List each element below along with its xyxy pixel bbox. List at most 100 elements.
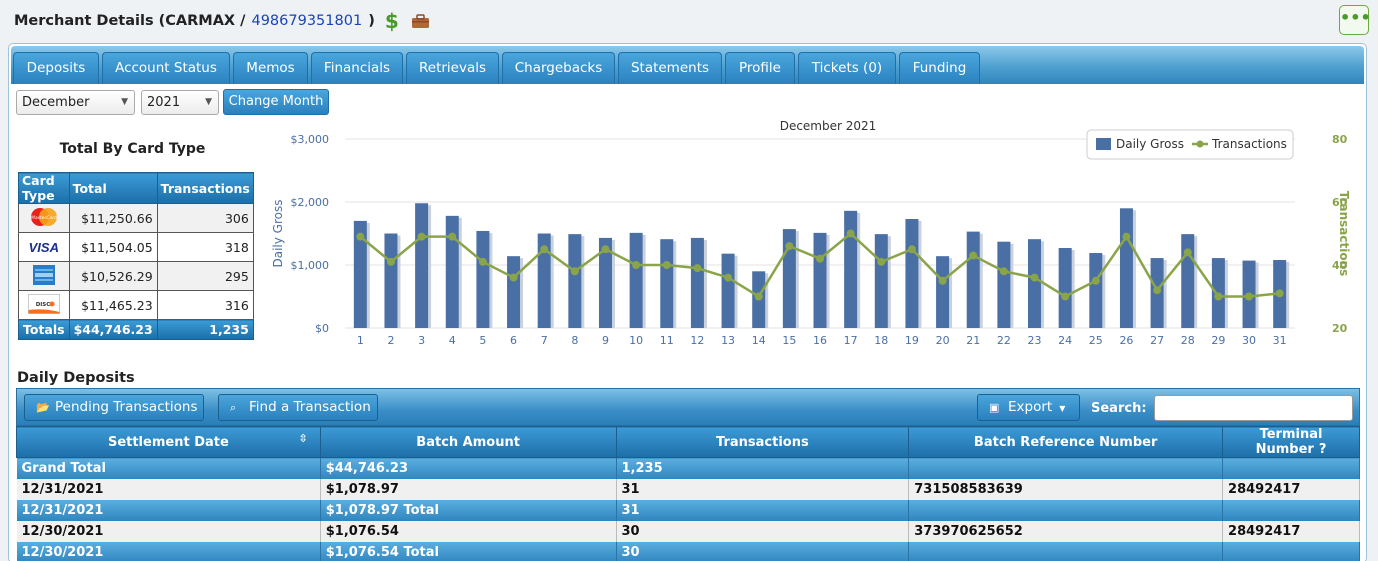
line-point [754, 292, 763, 301]
briefcase-icon[interactable] [411, 13, 430, 29]
x-tick-label: 24 [1058, 334, 1072, 347]
svg-text:MasterCard: MasterCard [31, 215, 57, 221]
x-tick-label: 18 [874, 334, 888, 347]
card-type-title: Total By Card Type [59, 141, 206, 157]
tab-funding[interactable]: Funding [899, 52, 980, 84]
daily-deposits-title: Daily Deposits [17, 370, 135, 386]
subtotal-row[interactable]: 12/31/2021 $1,078.97 Total 31 [16, 499, 1360, 521]
y-tick-label: $3,000 [291, 133, 330, 146]
tab-statements[interactable]: Statements [618, 52, 722, 84]
x-tick-label: 2 [387, 334, 394, 347]
sort-icon[interactable]: ⇳ [299, 432, 308, 445]
visa-icon: VISA [18, 232, 70, 262]
batch-amount-header[interactable]: Batch Amount [319, 426, 617, 458]
x-tick-label: 16 [813, 334, 827, 347]
table-cell: $1,078.97 Total [320, 499, 617, 521]
x-tick-label: 6 [510, 334, 517, 347]
chart-title: December 2021 [780, 119, 877, 133]
line-point [1061, 292, 1070, 301]
x-tick-label: 12 [690, 334, 704, 347]
card-row: MasterCard $11,250.66 306 [18, 203, 254, 233]
settlement-date-header[interactable]: Settlement Date ⇳ [16, 426, 321, 458]
line-point [1030, 273, 1039, 282]
card-transactions: 318 [156, 232, 254, 262]
month-select[interactable]: December ▼ [16, 90, 135, 115]
bar [844, 210, 858, 328]
bar [721, 253, 735, 328]
year-select[interactable]: 2021 ▼ [141, 90, 219, 115]
card-type-table: Card Type Total Transactions MasterCard … [18, 172, 254, 340]
bar [568, 234, 582, 328]
more-options-button[interactable]: ••• [1339, 5, 1371, 35]
bar [690, 237, 704, 328]
batch-reference-header[interactable]: Batch Reference Number [908, 426, 1224, 458]
tab-account-status[interactable]: Account Status [102, 52, 230, 84]
search-label: Search: [1091, 401, 1147, 416]
line-point [356, 232, 365, 241]
card-total: $11,504.05 [68, 232, 158, 262]
line-point [386, 257, 395, 266]
line-point [938, 276, 947, 285]
x-tick-label: 14 [752, 334, 766, 347]
legend-label: Daily Gross [1116, 137, 1184, 151]
bar [874, 234, 888, 328]
tab-deposits[interactable]: Deposits [13, 52, 99, 84]
pending-transactions-button[interactable]: 📂 Pending Transactions [24, 394, 204, 421]
y2-tick-label: 80 [1332, 133, 1348, 146]
merchant-id-link[interactable]: 498679351801 [251, 13, 362, 29]
line-point [1275, 289, 1284, 298]
tab-bar: Deposits Account Status Memos Financials… [11, 46, 1364, 84]
tab-retrievals[interactable]: Retrievals [406, 52, 499, 84]
table-cell [1222, 457, 1360, 479]
table-cell: 31 [616, 478, 910, 500]
export-button[interactable]: ▣ Export ▼ [977, 394, 1080, 421]
line-point [509, 273, 518, 282]
tab-chargebacks[interactable]: Chargebacks [502, 52, 615, 84]
x-tick-label: 26 [1119, 334, 1133, 347]
table-cell: 31 [616, 499, 910, 521]
line-point [785, 242, 794, 251]
line-point [1183, 248, 1192, 257]
line-point [1245, 292, 1254, 301]
total-header: Total [68, 172, 158, 204]
tab-profile[interactable]: Profile [725, 52, 795, 84]
card-transactions: 306 [156, 203, 254, 233]
table-cell: 12/31/2021 [16, 478, 321, 500]
totals-transactions: 1,235 [156, 319, 254, 340]
folder-open-icon: 📂 [36, 401, 50, 414]
line-point [570, 267, 579, 276]
subtotal-row[interactable]: 12/30/2021 $1,076.54 Total 30 [16, 541, 1360, 561]
x-tick-label: 31 [1273, 334, 1287, 347]
transactions-header[interactable]: Transactions [615, 426, 910, 458]
x-tick-label: 21 [966, 334, 980, 347]
table-cell: 1,235 [616, 457, 910, 479]
terminal-number-header[interactable]: Terminal Number? [1222, 426, 1360, 458]
tab-tickets[interactable]: Tickets (0) [798, 52, 896, 84]
bar [476, 230, 490, 328]
x-tick-label: 30 [1242, 334, 1256, 347]
table-cell: $1,078.97 [320, 478, 617, 500]
table-row[interactable]: 12/31/2021 $1,078.97 31 731508583639 284… [16, 478, 1360, 500]
search-input[interactable] [1154, 395, 1353, 421]
table-cell: 30 [616, 541, 910, 561]
table-cell: 731508583639 [908, 478, 1224, 500]
y-tick-label: $2,000 [291, 196, 330, 209]
mastercard-icon: MasterCard [18, 203, 70, 233]
card-row: DISC $11,465.23 316 [18, 290, 254, 320]
table-cell [1222, 541, 1360, 561]
grand-total-row[interactable]: Grand Total $44,746.23 1,235 [16, 457, 1360, 479]
bar [1028, 239, 1042, 328]
bar [1181, 234, 1195, 328]
y-tick-label: $0 [315, 322, 329, 335]
bar [507, 256, 521, 328]
x-tick-label: 19 [905, 334, 919, 347]
dollar-icon[interactable]: $ [385, 9, 399, 33]
x-tick-label: 11 [660, 334, 674, 347]
line-point [478, 257, 487, 266]
tab-memos[interactable]: Memos [233, 52, 308, 84]
help-icon[interactable]: ? [1319, 442, 1327, 457]
tab-financials[interactable]: Financials [311, 52, 403, 84]
table-row[interactable]: 12/30/2021 $1,076.54 30 373970625652 284… [16, 520, 1360, 542]
bar [1089, 253, 1103, 328]
find-transaction-button[interactable]: ⌕ Find a Transaction [218, 394, 378, 421]
